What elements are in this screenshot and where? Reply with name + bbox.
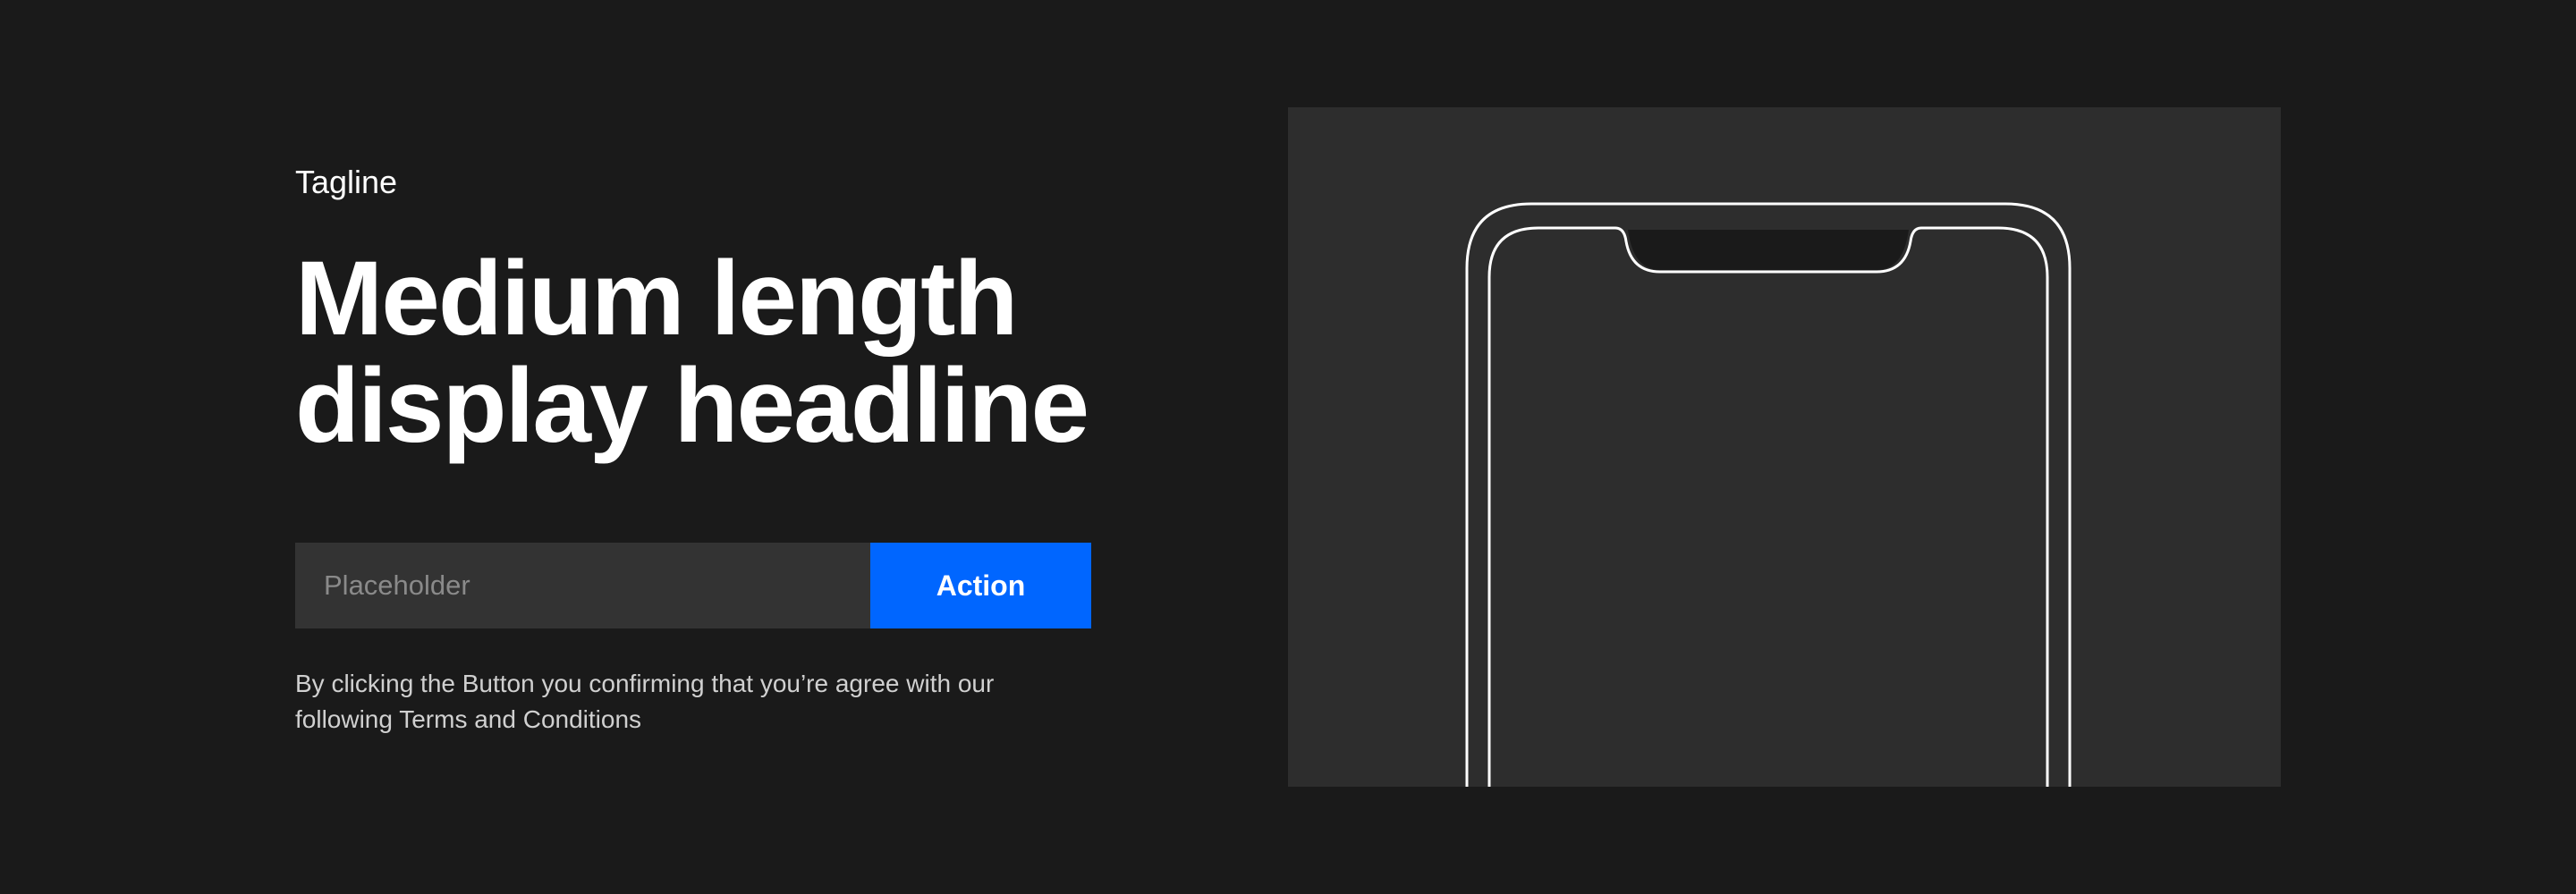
terms-line-1: By clicking the Button you confirming th… (295, 670, 995, 697)
display-headline: Medium length display headline (295, 245, 1100, 460)
tagline: Tagline (295, 164, 398, 200)
action-button[interactable]: Action (870, 543, 1091, 628)
headline-line-1: Medium length (295, 240, 1019, 358)
device-preview-panel (1288, 107, 2281, 787)
phone-outline-icon (1465, 202, 2072, 787)
headline-line-2: display headline (295, 347, 1089, 465)
signup-form: Action (295, 543, 1091, 628)
terms-line-2: following Terms and Conditions (295, 705, 642, 733)
email-input[interactable] (295, 543, 870, 628)
terms-disclaimer: By clicking the Button you confirming th… (295, 666, 1064, 738)
hero-content: Tagline Medium length display headline A… (295, 161, 1100, 733)
hero-section: Tagline Medium length display headline A… (0, 0, 2576, 894)
